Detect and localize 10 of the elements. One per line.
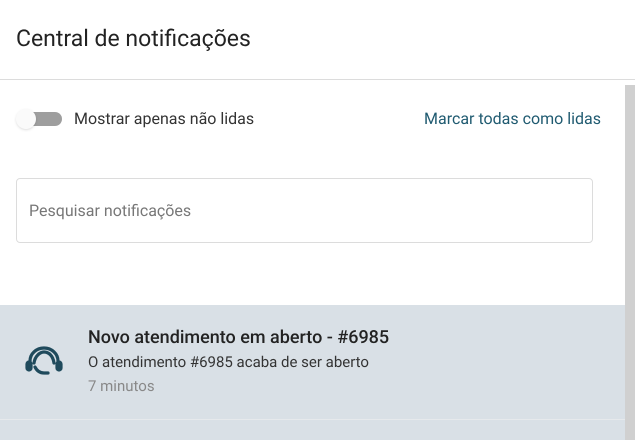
unread-toggle[interactable] [16,109,62,129]
notification-item[interactable]: Novo atendimento em aberto - #6985 O atendimento #6985 acaba de ser aberto 7 minutos [0,305,625,420]
mark-all-read-link[interactable]: Marcar todas como lidas [424,107,601,131]
panel-title: Central de notificações [16,24,251,54]
scrollbar[interactable] [625,85,635,440]
toggle-label: Mostrar apenas não lidas [74,108,254,130]
notification-message: O atendimento #6985 acaba de ser aberto [88,352,370,373]
notification-title: Novo atendimento em aberto - #6985 [88,326,390,350]
notification-time: 7 minutos [88,376,156,397]
search-field[interactable]: Pesquisar notificações [16,178,593,243]
